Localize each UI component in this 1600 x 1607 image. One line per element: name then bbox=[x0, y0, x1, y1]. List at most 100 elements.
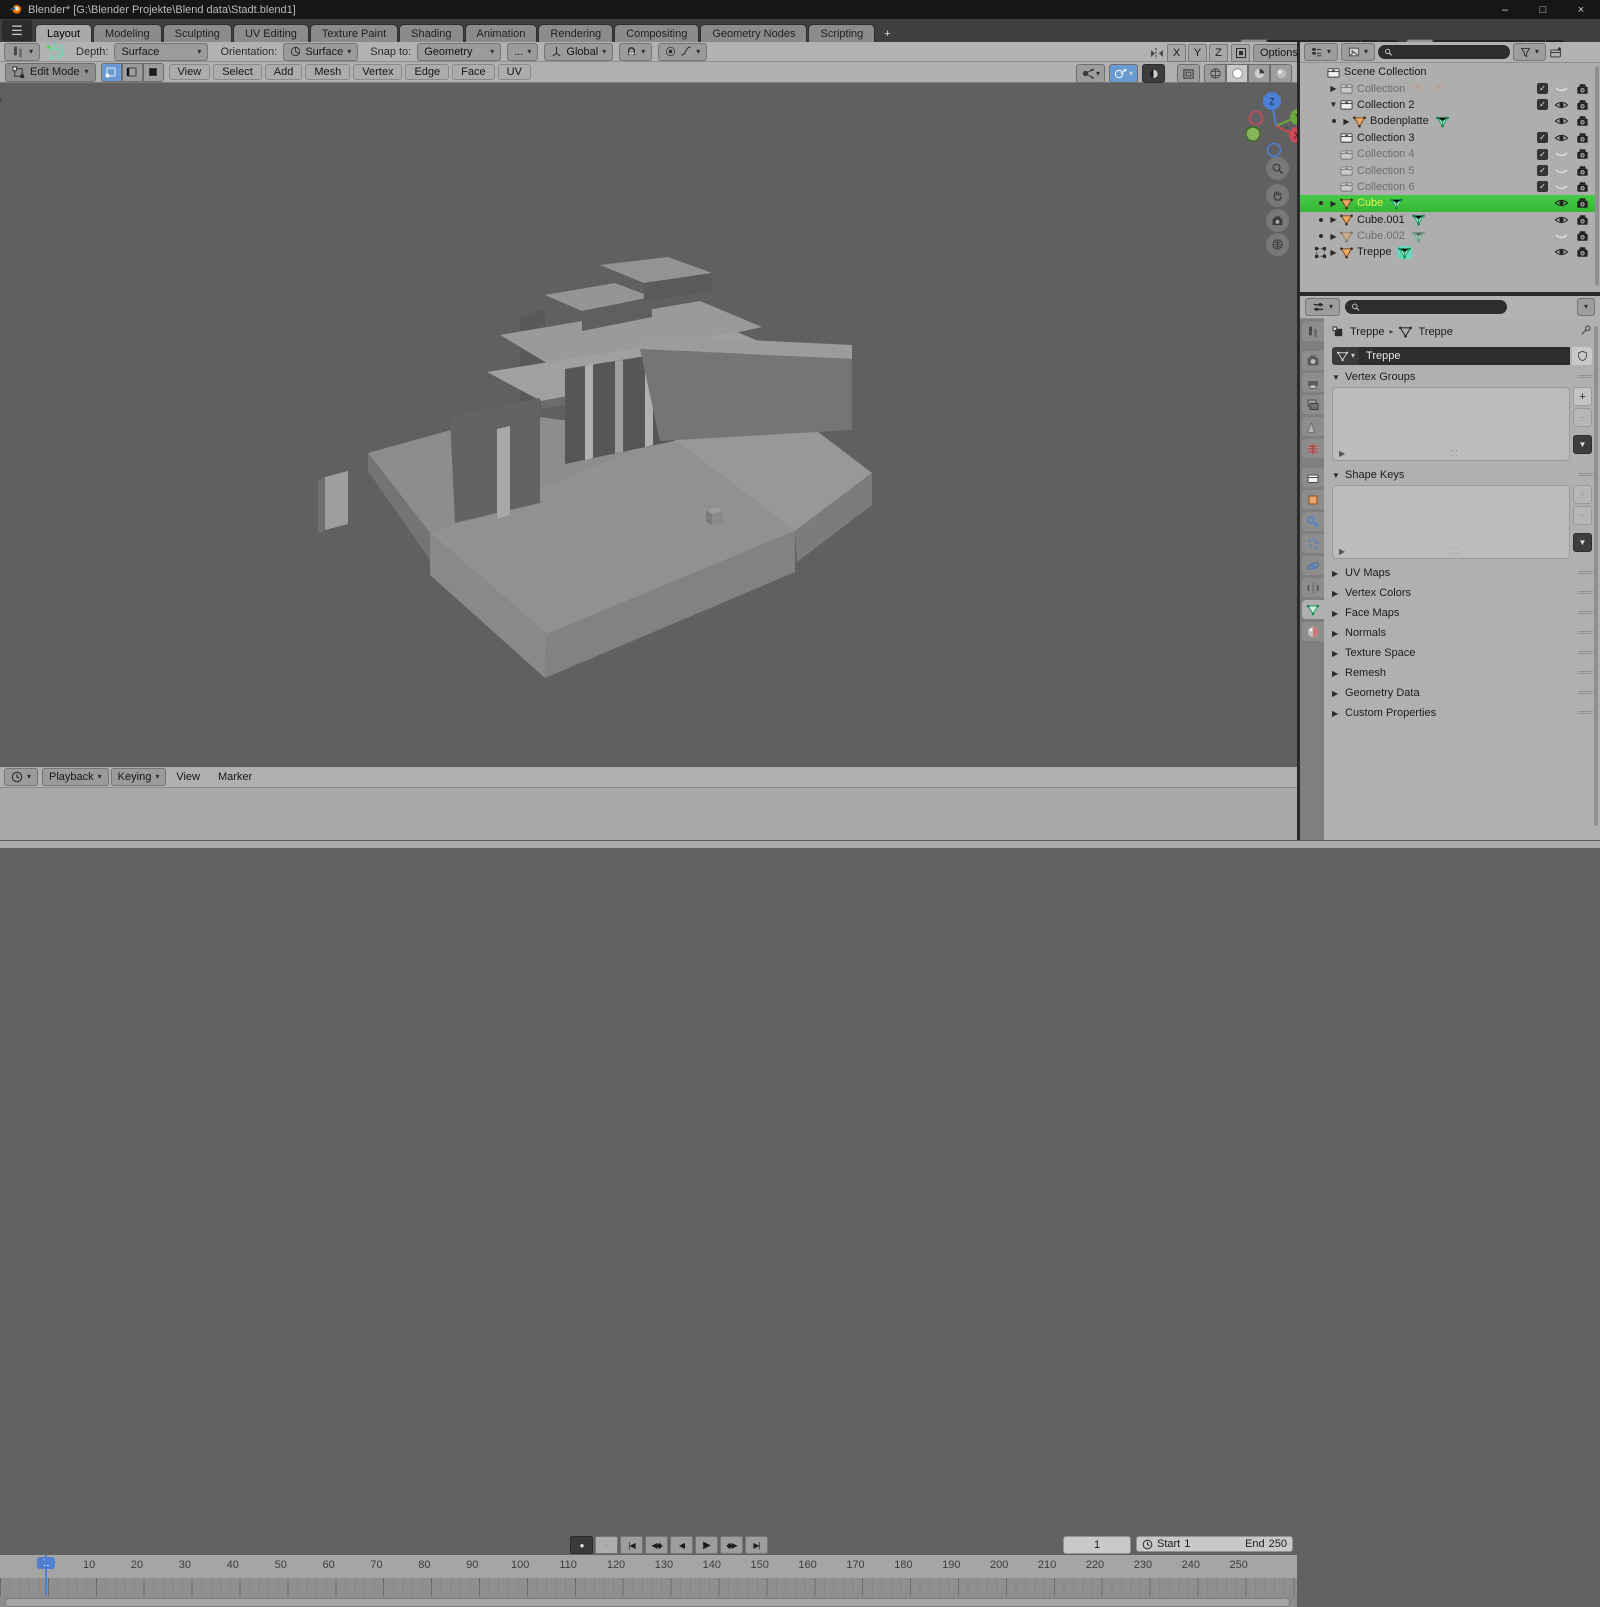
resize-grip-icon[interactable]: ⁚⁚⁚ bbox=[1450, 547, 1458, 556]
ruler-frame-220[interactable]: 220 bbox=[1086, 1559, 1104, 1571]
camera-icon[interactable] bbox=[1575, 165, 1590, 177]
edge-select-button[interactable] bbox=[122, 63, 143, 82]
depth-dropdown[interactable]: Surface▾ bbox=[114, 43, 208, 61]
app-menu-icon[interactable]: ☰ bbox=[2, 20, 32, 41]
ruler-frame-230[interactable]: 230 bbox=[1134, 1559, 1152, 1571]
panel-header-normals[interactable]: ▶Normals══ bbox=[1324, 625, 1600, 641]
list-expander-icon[interactable]: ▶ bbox=[1339, 449, 1345, 458]
orientation-dropdown[interactable]: Surface▾ bbox=[283, 43, 358, 61]
camera-icon[interactable] bbox=[1575, 246, 1590, 258]
camera-icon[interactable] bbox=[1575, 99, 1590, 111]
breadcrumb-data[interactable]: Treppe bbox=[1418, 326, 1452, 338]
properties-search-input[interactable] bbox=[1364, 301, 1501, 314]
outliner-row-collection-4[interactable]: Collection 4✓ bbox=[1300, 146, 1596, 162]
viewport-menu-select[interactable]: Select bbox=[213, 64, 262, 80]
start-value[interactable]: 1 bbox=[1184, 1538, 1190, 1550]
workspace-tab-shading[interactable]: Shading bbox=[399, 24, 463, 42]
timeline-scrollbar[interactable] bbox=[0, 1596, 1297, 1607]
panel-header-face-maps[interactable]: ▶Face Maps══ bbox=[1324, 605, 1600, 621]
viewport-menu-add[interactable]: Add bbox=[265, 64, 303, 80]
ruler-frame-250[interactable]: 250 bbox=[1230, 1559, 1248, 1571]
exclude-checkbox[interactable]: ✓ bbox=[1537, 83, 1548, 94]
add-item-button[interactable]: + bbox=[1573, 485, 1592, 504]
camera-icon[interactable] bbox=[1575, 83, 1590, 95]
expander-icon[interactable]: ▶ bbox=[1341, 117, 1352, 126]
vertex-groups-list[interactable]: ▶⁚⁚⁚ bbox=[1332, 387, 1570, 461]
outliner-search[interactable] bbox=[1378, 45, 1510, 59]
mirror-axis-z[interactable]: Z bbox=[1209, 44, 1228, 62]
3d-viewport[interactable]: › ‹ ZYX bbox=[0, 83, 1297, 767]
eye-closed-icon[interactable] bbox=[1554, 165, 1569, 177]
add-workspace-button[interactable]: + bbox=[876, 25, 898, 42]
properties-tab-physics[interactable] bbox=[1302, 556, 1324, 575]
ruler-frame-210[interactable]: 210 bbox=[1038, 1559, 1056, 1571]
timeline-menu-view[interactable]: View bbox=[168, 770, 208, 784]
panel-grip-icon[interactable]: ══ bbox=[1578, 687, 1592, 699]
wireframe-shading-button[interactable] bbox=[1204, 64, 1226, 83]
panel-header-shape-keys[interactable]: ▼Shape Keys══ bbox=[1324, 467, 1600, 483]
outliner-row-collection[interactable]: ▶Collection✓ bbox=[1300, 80, 1596, 96]
specials-dropdown[interactable]: ▼ bbox=[1573, 435, 1592, 454]
remove-item-button[interactable]: − bbox=[1573, 408, 1592, 427]
pin-icon[interactable] bbox=[1580, 324, 1592, 339]
properties-tab-constraints[interactable] bbox=[1302, 578, 1324, 597]
list-expander-icon[interactable]: ▶ bbox=[1339, 547, 1345, 556]
eye-closed-icon[interactable] bbox=[1554, 83, 1569, 95]
snapping-dropdown[interactable]: ▾ bbox=[619, 43, 652, 61]
rendered-shading-button[interactable] bbox=[1270, 64, 1292, 83]
eye-open-icon[interactable] bbox=[1554, 132, 1569, 144]
outliner-row-cube-001[interactable]: ▶Cube.001 bbox=[1300, 212, 1596, 228]
camera-icon[interactable] bbox=[1575, 132, 1590, 144]
camera-icon[interactable] bbox=[1575, 230, 1590, 242]
play-reverse-button[interactable]: ◀ bbox=[670, 1536, 693, 1554]
transform-orientation-dropdown[interactable]: Global▾ bbox=[544, 43, 613, 61]
mirror-axis-x[interactable]: X bbox=[1167, 44, 1186, 62]
viewport-menu-vertex[interactable]: Vertex bbox=[353, 64, 402, 80]
panel-header-geometry-data[interactable]: ▶Geometry Data══ bbox=[1324, 685, 1600, 701]
proportional-editing-dropdown[interactable]: ▾ bbox=[658, 43, 707, 61]
eye-open-icon[interactable] bbox=[1554, 246, 1569, 258]
expander-icon[interactable]: ▶ bbox=[1328, 84, 1339, 93]
ruler-frame-20[interactable]: 20 bbox=[131, 1559, 143, 1571]
vertex-select-button[interactable] bbox=[101, 63, 122, 82]
next-keyframe-button[interactable]: ◆▶ bbox=[720, 1536, 743, 1554]
panel-grip-icon[interactable]: ══ bbox=[1578, 587, 1592, 599]
eye-closed-icon[interactable] bbox=[1554, 230, 1569, 242]
properties-tab-particles[interactable] bbox=[1302, 534, 1324, 553]
eye-open-icon[interactable] bbox=[1554, 115, 1569, 127]
ruler-frame-130[interactable]: 130 bbox=[655, 1559, 673, 1571]
properties-tab-object[interactable] bbox=[1302, 490, 1324, 509]
properties-scrollbar[interactable] bbox=[1594, 326, 1598, 826]
properties-tab-output[interactable] bbox=[1302, 373, 1324, 392]
viewport-menu-mesh[interactable]: Mesh bbox=[305, 64, 350, 80]
panel-header-custom-properties[interactable]: ▶Custom Properties══ bbox=[1324, 705, 1600, 721]
scrollbar-handle[interactable] bbox=[5, 1598, 1290, 1607]
properties-tab-tool[interactable] bbox=[1302, 322, 1324, 341]
expander-icon[interactable]: ▶ bbox=[1328, 215, 1339, 224]
camera-icon[interactable] bbox=[1575, 197, 1590, 209]
panel-header-vertex-colors[interactable]: ▶Vertex Colors══ bbox=[1324, 585, 1600, 601]
properties-tab-scene[interactable] bbox=[1302, 417, 1324, 436]
viewport-menu-view[interactable]: View bbox=[169, 64, 211, 80]
exclude-checkbox[interactable]: ✓ bbox=[1537, 132, 1548, 143]
playhead[interactable] bbox=[45, 1555, 47, 1596]
pan-hand-button[interactable] bbox=[1266, 184, 1289, 207]
ruler-frame-80[interactable]: 80 bbox=[418, 1559, 430, 1571]
panel-grip-icon[interactable]: ══ bbox=[1578, 607, 1592, 619]
active-tool-dropdown[interactable]: ▾ bbox=[4, 43, 40, 61]
maximize-button[interactable]: □ bbox=[1524, 0, 1562, 19]
ruler-frame-140[interactable]: 140 bbox=[703, 1559, 721, 1571]
workspace-tab-geometry-nodes[interactable]: Geometry Nodes bbox=[700, 24, 807, 42]
workspace-tab-texture-paint[interactable]: Texture Paint bbox=[310, 24, 398, 42]
workspace-tab-animation[interactable]: Animation bbox=[465, 24, 538, 42]
remove-item-button[interactable]: − bbox=[1573, 506, 1592, 525]
properties-tab-world[interactable] bbox=[1302, 439, 1324, 458]
shape-keys-list[interactable]: ▶ ⁚⁚⁚ bbox=[1332, 485, 1570, 559]
material-preview-shading-button[interactable] bbox=[1248, 64, 1270, 83]
ruler-frame-120[interactable]: 120 bbox=[607, 1559, 625, 1571]
toolbar-expand-arrow[interactable]: › bbox=[0, 91, 2, 106]
render-preview-toggle[interactable] bbox=[1177, 64, 1200, 83]
outliner-filter-dropdown[interactable]: ▾ bbox=[1513, 43, 1546, 61]
ruler-frame-200[interactable]: 200 bbox=[990, 1559, 1008, 1571]
gizmo-axis-x-neg[interactable] bbox=[1250, 112, 1263, 125]
